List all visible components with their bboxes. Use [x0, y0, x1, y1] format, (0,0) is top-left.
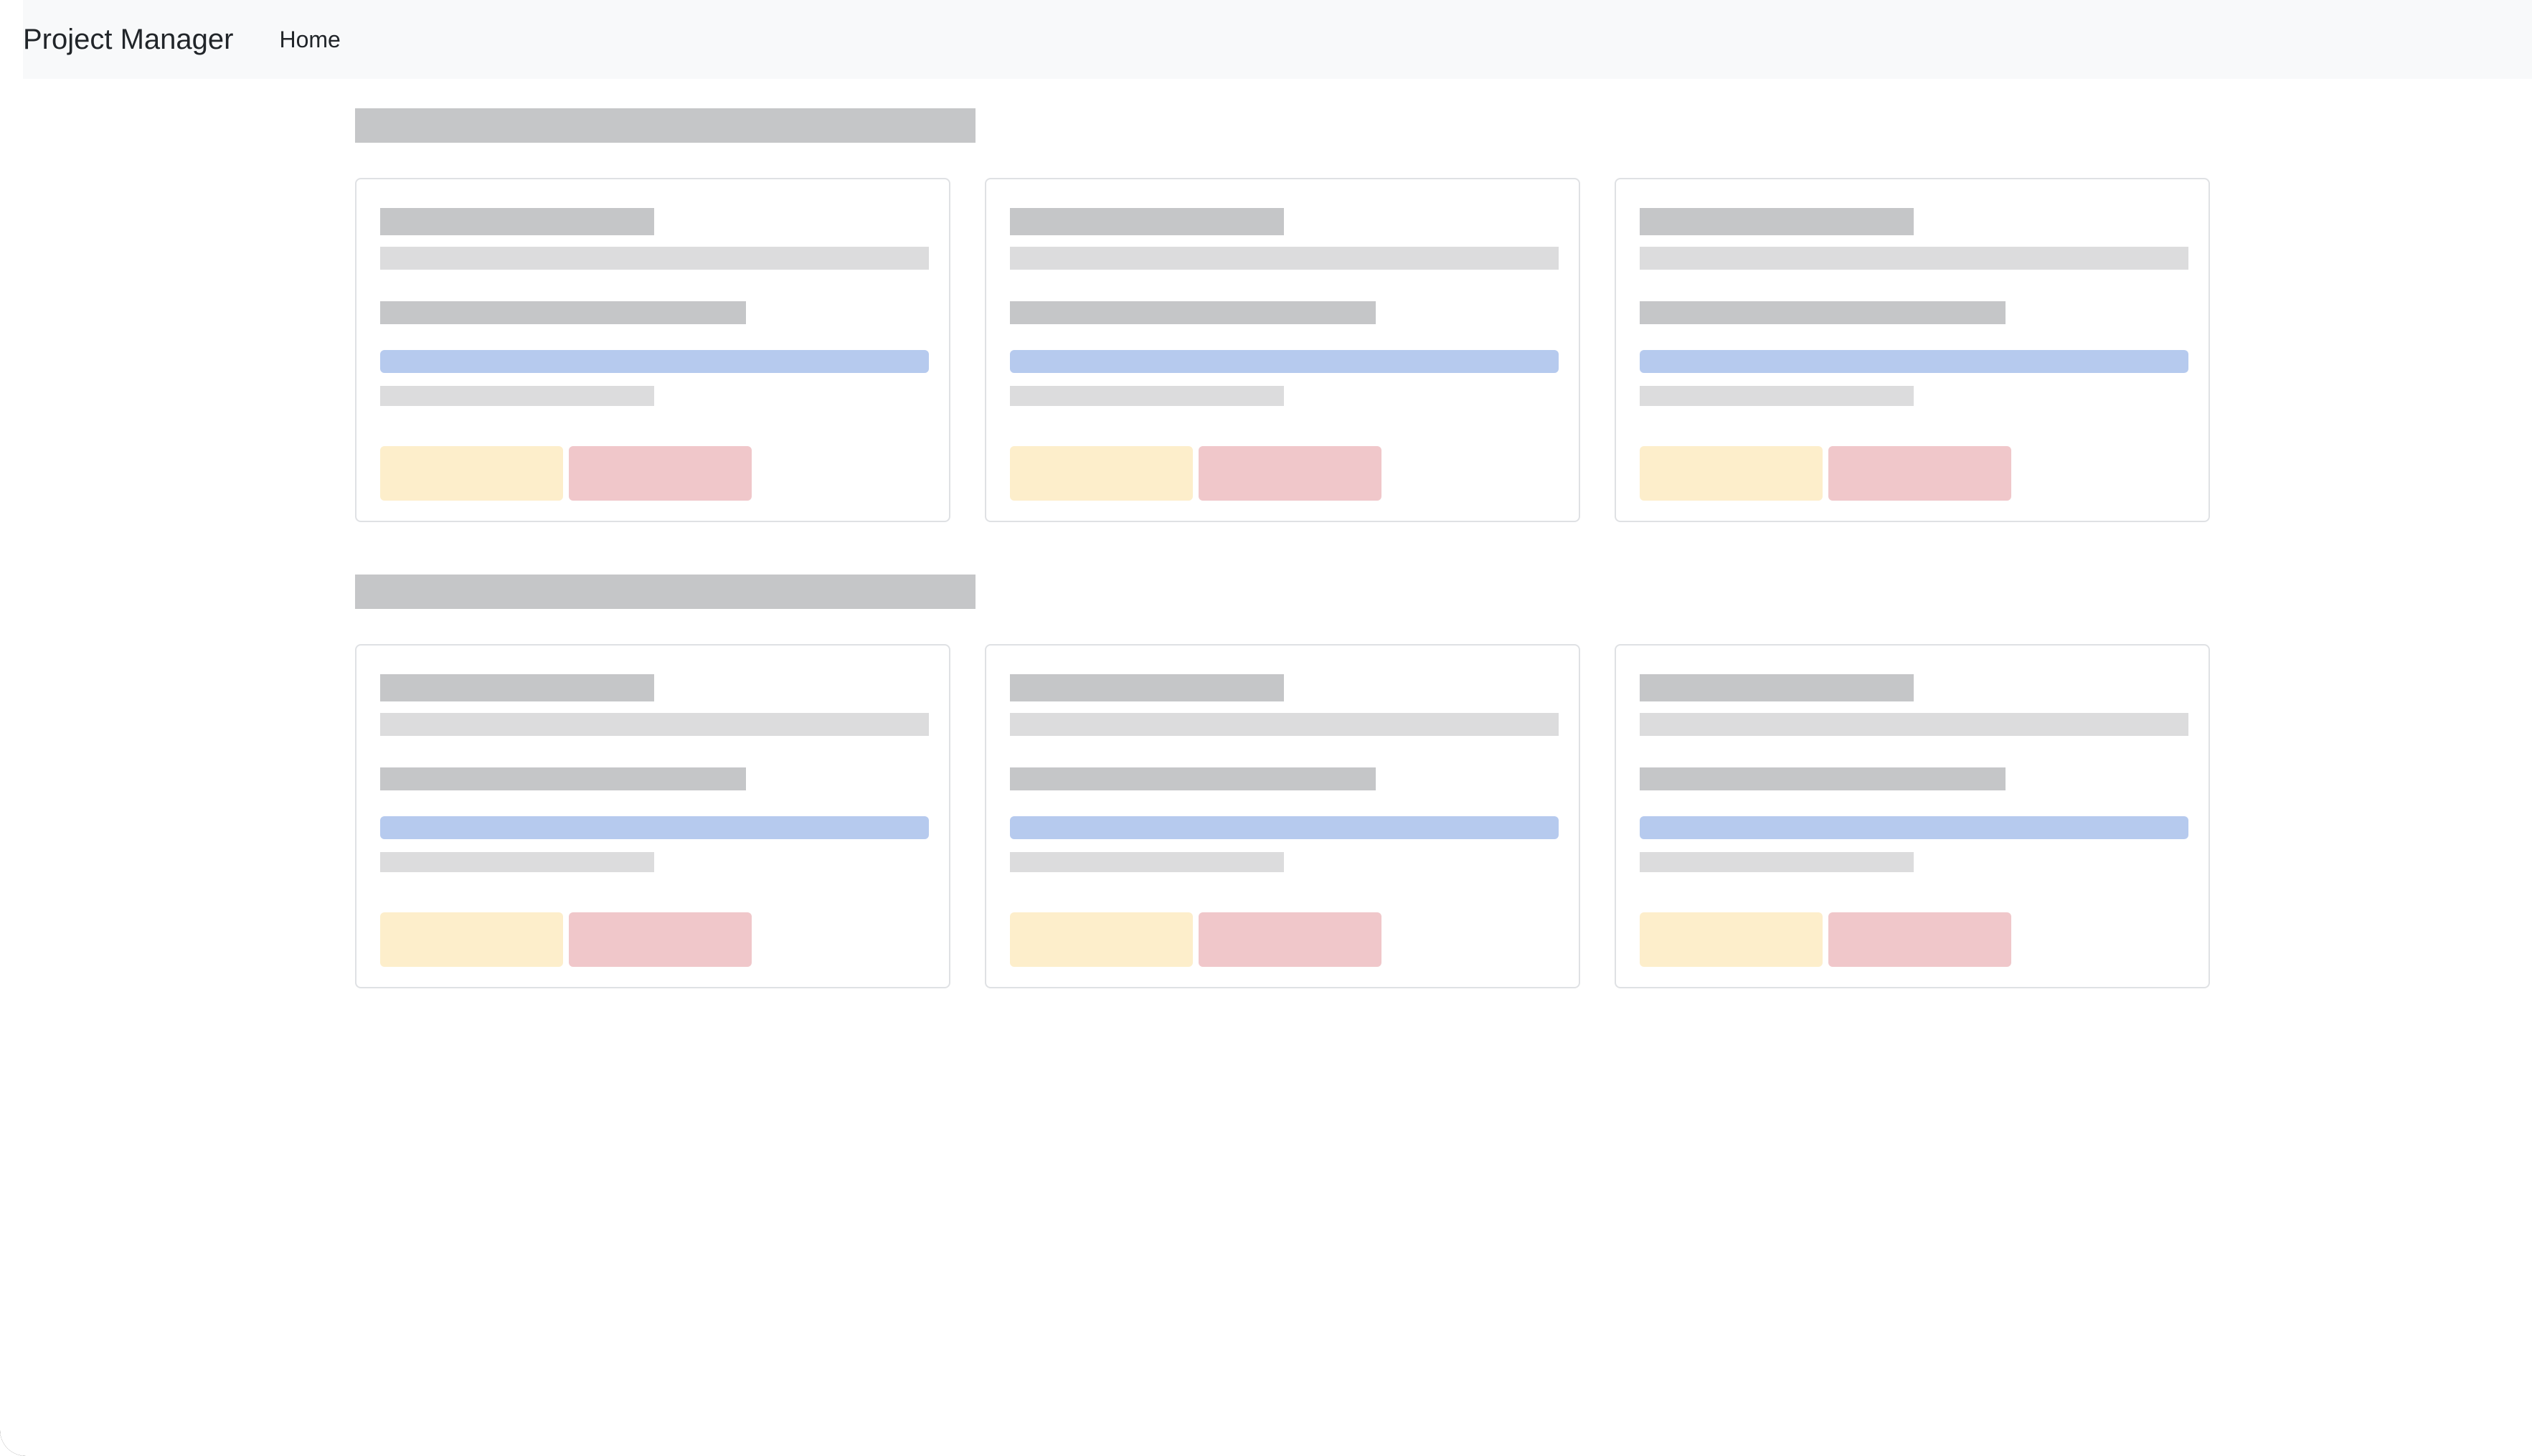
- project-card-placeholder: [985, 178, 1580, 522]
- card-subtitle-placeholder: [1010, 767, 1376, 790]
- progress-bar-placeholder: [380, 350, 929, 373]
- card-grid: [355, 644, 2216, 988]
- project-card-placeholder: [1615, 178, 2210, 522]
- delete-button-placeholder[interactable]: [569, 912, 752, 967]
- card-title-placeholder: [1010, 208, 1284, 235]
- edit-button-placeholder[interactable]: [1640, 446, 1823, 501]
- project-card-placeholder: [355, 178, 950, 522]
- edit-button-placeholder[interactable]: [380, 912, 563, 967]
- project-card-placeholder: [355, 644, 950, 988]
- app-window: Project Manager Home: [0, 0, 2532, 1456]
- edit-button-placeholder[interactable]: [1010, 912, 1193, 967]
- navbar-brand[interactable]: Project Manager: [23, 25, 233, 54]
- delete-button-placeholder[interactable]: [569, 446, 752, 501]
- card-meta-placeholder: [380, 852, 654, 872]
- delete-button-placeholder[interactable]: [1199, 912, 1381, 967]
- navbar: Project Manager Home: [23, 0, 2532, 79]
- loading-section-2: [355, 575, 2216, 988]
- edit-button-placeholder[interactable]: [1010, 446, 1193, 501]
- card-meta-placeholder: [380, 386, 654, 406]
- page-body: Project Manager Home: [0, 0, 2532, 1456]
- progress-bar-placeholder: [1010, 350, 1559, 373]
- progress-bar-placeholder: [1010, 816, 1559, 839]
- edit-button-placeholder[interactable]: [380, 446, 563, 501]
- delete-button-placeholder[interactable]: [1828, 446, 2011, 501]
- card-meta-placeholder: [1640, 852, 1914, 872]
- card-meta-placeholder: [1640, 386, 1914, 406]
- delete-button-placeholder[interactable]: [1199, 446, 1381, 501]
- main-content: [355, 108, 2216, 988]
- progress-bar-placeholder: [1640, 350, 2188, 373]
- card-description-placeholder: [1010, 247, 1559, 270]
- project-card-placeholder: [1615, 644, 2210, 988]
- section-title-placeholder: [355, 108, 976, 143]
- card-subtitle-placeholder: [380, 301, 746, 324]
- card-subtitle-placeholder: [1640, 301, 2006, 324]
- progress-bar-placeholder: [380, 816, 929, 839]
- card-description-placeholder: [380, 247, 929, 270]
- card-meta-placeholder: [1010, 386, 1284, 406]
- progress-bar-placeholder: [1640, 816, 2188, 839]
- card-description-placeholder: [1640, 247, 2188, 270]
- card-description-placeholder: [1010, 713, 1559, 736]
- loading-section-1: [355, 108, 2216, 522]
- card-subtitle-placeholder: [1010, 301, 1376, 324]
- card-grid: [355, 178, 2216, 522]
- nav-link-home[interactable]: Home: [279, 27, 340, 53]
- card-title-placeholder: [1640, 674, 1914, 701]
- card-title-placeholder: [1010, 674, 1284, 701]
- project-card-placeholder: [985, 644, 1580, 988]
- card-title-placeholder: [380, 674, 654, 701]
- section-title-placeholder: [355, 575, 976, 609]
- card-meta-placeholder: [1010, 852, 1284, 872]
- edit-button-placeholder[interactable]: [1640, 912, 1823, 967]
- card-subtitle-placeholder: [1640, 767, 2006, 790]
- card-subtitle-placeholder: [380, 767, 746, 790]
- card-description-placeholder: [380, 713, 929, 736]
- card-description-placeholder: [1640, 713, 2188, 736]
- card-title-placeholder: [1640, 208, 1914, 235]
- delete-button-placeholder[interactable]: [1828, 912, 2011, 967]
- card-title-placeholder: [380, 208, 654, 235]
